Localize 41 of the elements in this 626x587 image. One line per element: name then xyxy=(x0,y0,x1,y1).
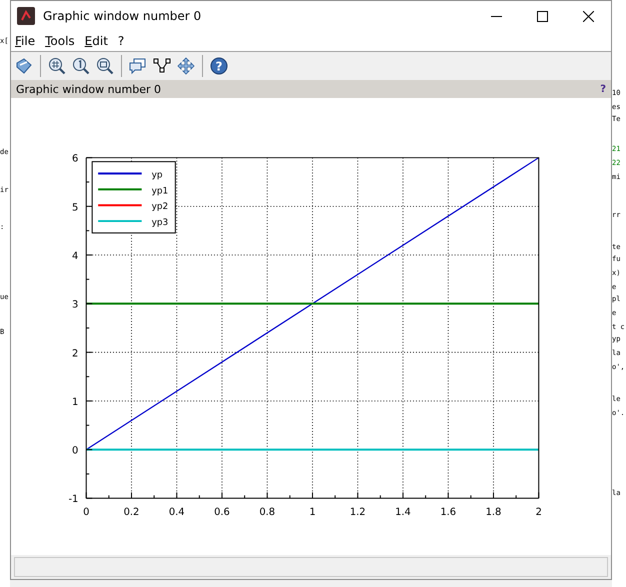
x-tick-label: 1.8 xyxy=(486,507,502,518)
y-tick-label: 5 xyxy=(72,202,78,214)
close-icon xyxy=(582,10,594,22)
y-tick-label: 1 xyxy=(72,396,78,408)
menu-item[interactable]: Tools xyxy=(44,34,76,48)
y-tick-label: 6 xyxy=(72,154,78,165)
x-tick-label: 0.2 xyxy=(124,507,140,518)
y-tick-label: 0 xyxy=(72,446,78,457)
speech-bubbles-icon[interactable] xyxy=(129,57,147,75)
rotate-icon[interactable] xyxy=(15,57,33,75)
move-arrows-icon[interactable] xyxy=(177,57,195,75)
x-tick-label: 2 xyxy=(536,507,542,518)
x-tick-label: 1.4 xyxy=(395,507,411,518)
curve-points-icon[interactable] xyxy=(153,57,171,75)
window-title: Graphic window number 0 xyxy=(43,9,202,23)
legend-label: yp3 xyxy=(152,218,168,228)
zoom-area-icon[interactable] xyxy=(96,57,114,75)
app-logo-icon xyxy=(17,7,35,25)
legend-label: yp2 xyxy=(152,202,168,212)
y-tick-label: -1 xyxy=(68,494,78,506)
y-tick-label: 4 xyxy=(72,250,78,262)
zoom-icon[interactable] xyxy=(48,57,66,75)
maximize-icon xyxy=(536,10,548,22)
x-tick-label: 1.2 xyxy=(350,507,366,518)
menu-item[interactable]: ? xyxy=(116,34,126,48)
help-icon[interactable]: ? xyxy=(210,57,228,75)
x-tick-label: 0.8 xyxy=(259,507,276,518)
y-tick-label: 3 xyxy=(72,300,78,311)
y-tick-label: 2 xyxy=(72,348,78,360)
x-tick-label: 0 xyxy=(83,507,90,518)
x-tick-label: 1.6 xyxy=(440,507,456,518)
help-link[interactable]: ? xyxy=(600,84,606,94)
panel-title: Graphic window number 0 xyxy=(16,82,161,96)
x-tick-label: 1 xyxy=(309,507,316,518)
legend-label: yp xyxy=(152,170,163,180)
zoom-reset-icon[interactable] xyxy=(72,57,90,75)
menu-item[interactable]: File xyxy=(14,34,36,48)
x-tick-label: 0.6 xyxy=(214,507,230,518)
legend-label: yp1 xyxy=(152,186,168,196)
x-tick-label: 0.4 xyxy=(168,507,185,518)
menu-item[interactable]: Edit xyxy=(84,34,109,48)
